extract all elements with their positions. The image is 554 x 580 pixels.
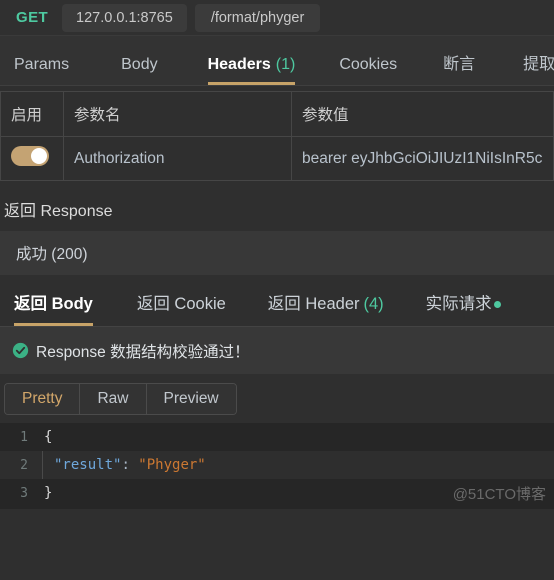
watermark: @51CTO博客 (452, 486, 546, 503)
tab-headers-label: Headers (207, 56, 271, 73)
code-line: 2 "result": "Phyger" (0, 451, 554, 479)
column-header-name: 参数名 (63, 91, 292, 137)
tab-cookies[interactable]: Cookies (339, 56, 397, 85)
tab-body-label: Body (121, 56, 158, 73)
resp-tab-cookie-label: 返回 Cookie (136, 295, 226, 313)
tab-extract-label: 提取 (523, 56, 554, 73)
tab-body[interactable]: Body (121, 56, 157, 85)
status-badge: 成功 (200) (16, 246, 88, 263)
request-tabs: Params Body Headers (1) Cookies 断言 提取 (0, 36, 554, 86)
resp-tab-cookie[interactable]: 返回 Cookie (137, 290, 226, 326)
code-text: "result": "Phyger" (52, 457, 206, 473)
json-key: "result" (54, 457, 122, 473)
tab-assertion-label: 断言 (443, 56, 476, 73)
row-param-value[interactable]: bearer eyJhbGciOiJIUzI1NiIsInR5c (291, 136, 554, 181)
line-number: 1 (20, 429, 28, 445)
tab-assertion[interactable]: 断言 (443, 50, 475, 85)
code-text: { (44, 429, 53, 445)
line-number: 2 (20, 457, 28, 473)
tab-extract[interactable]: 提取 (523, 50, 554, 85)
response-status-bar: 成功 (200) (0, 231, 554, 275)
tab-params-label: Params (14, 56, 70, 73)
schema-validation-banner: Response 数据结构校验通过！ (0, 327, 554, 374)
resp-tab-actual-request-label: 实际请求 (425, 295, 492, 313)
headers-table-wrapper: 启用 参数名 参数值 Authorization bearer eyJhbGci… (0, 86, 554, 181)
host-input[interactable]: 127.0.0.1:8765 (62, 3, 187, 32)
json-colon: : (121, 457, 139, 473)
unread-dot-icon (493, 301, 501, 309)
enable-toggle[interactable] (11, 146, 49, 166)
row-param-name[interactable]: Authorization (63, 136, 292, 181)
column-header-enabled: 启用 (0, 91, 64, 137)
tab-params[interactable]: Params (14, 56, 69, 85)
resp-tab-header-count: (4) (363, 295, 384, 313)
view-mode-preview-button[interactable]: Preview (146, 384, 236, 414)
response-section-title: 返回 Response (4, 203, 113, 220)
column-header-value: 参数值 (291, 91, 554, 137)
view-mode-button-group: Pretty Raw Preview (4, 383, 237, 415)
view-mode-pretty-button[interactable]: Pretty (5, 384, 81, 414)
line-number: 3 (20, 485, 28, 501)
row-enable-cell (0, 136, 64, 181)
view-mode-raw-button[interactable]: Raw (80, 384, 147, 414)
tab-cookies-label: Cookies (339, 56, 398, 73)
resp-tab-body-label: 返回 Body (14, 295, 93, 313)
table-header-row: 启用 参数名 参数值 (0, 91, 554, 137)
table-row: Authorization bearer eyJhbGciOiJIUzI1NiI… (0, 136, 554, 181)
resp-tab-body[interactable]: 返回 Body (14, 290, 93, 326)
toggle-knob-icon (31, 148, 47, 164)
body-view-mode-toolbar: Pretty Raw Preview (0, 374, 554, 423)
json-value: "Phyger" (138, 457, 206, 473)
path-input[interactable]: /format/phyger (194, 3, 321, 32)
resp-tab-header-label: 返回 Header (267, 295, 360, 313)
validation-message: Response 数据结构校验通过！ (36, 343, 250, 361)
code-line: 1 { (0, 423, 554, 451)
check-circle-icon (12, 342, 29, 359)
resp-tab-actual-request[interactable]: 实际请求 (426, 290, 501, 326)
fold-guide-icon (42, 451, 52, 479)
response-tabs: 返回 Body 返回 Cookie 返回 Header (4) 实际请求 (0, 275, 554, 327)
request-url-bar: GET 127.0.0.1:8765 /format/phyger (0, 0, 554, 36)
response-body-code-viewer[interactable]: 1 { 2 "result": "Phyger" 3 } @51CTO博客 (0, 423, 554, 509)
tab-headers-count: (1) (275, 56, 296, 73)
resp-tab-header[interactable]: 返回 Header (4) (268, 290, 384, 326)
tab-headers[interactable]: Headers (1) (207, 56, 296, 85)
headers-table: 启用 参数名 参数值 Authorization bearer eyJhbGci… (0, 91, 554, 181)
code-text: } (44, 485, 53, 501)
http-method-label[interactable]: GET (4, 9, 62, 26)
